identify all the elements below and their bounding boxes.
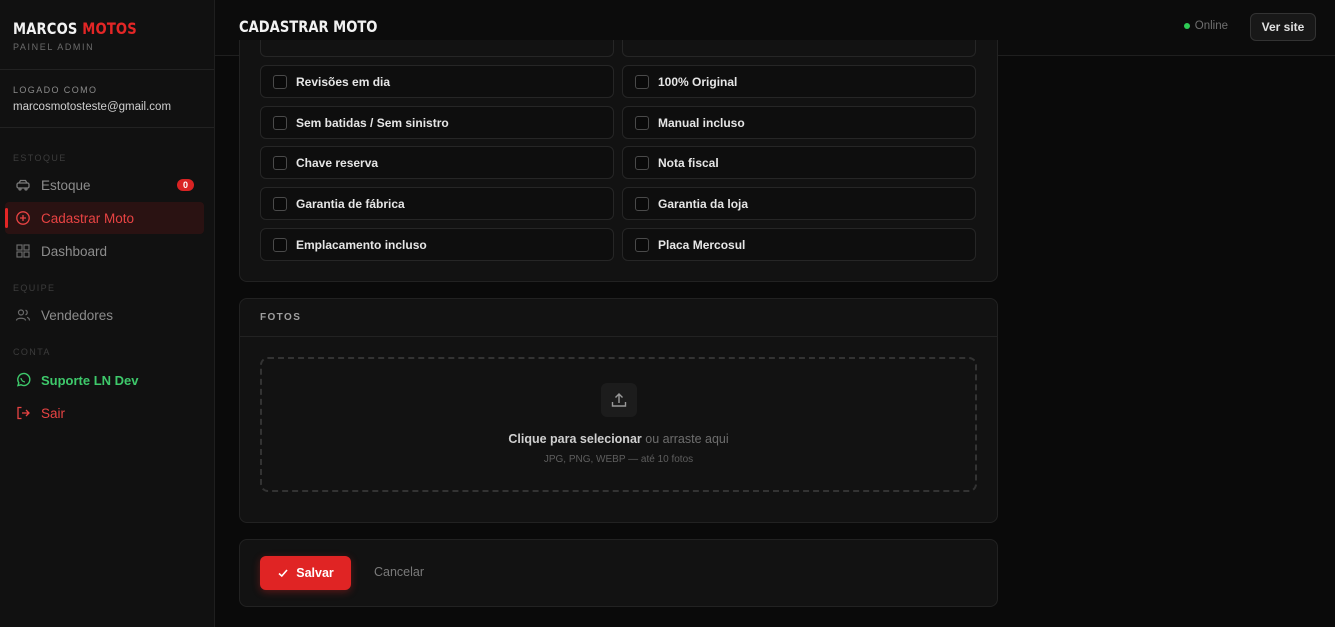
checkbox-box[interactable] xyxy=(273,115,287,130)
sidebar-item-label: Dashboard xyxy=(41,243,108,259)
sidebar-item-label: Suporte LN Dev xyxy=(41,372,139,388)
checkbox-manual[interactable]: Manual incluso xyxy=(622,106,976,139)
logged-email: marcosmotosteste@gmail.com xyxy=(13,101,172,113)
whatsapp-icon xyxy=(15,372,31,388)
logged-user: LOGADO COMO marcosmotosteste@gmail.com xyxy=(0,70,214,128)
page-title: CADASTRAR MOTO xyxy=(239,17,378,36)
fotos-card-title: FOTOS xyxy=(240,299,997,337)
grid-icon xyxy=(15,243,31,259)
checkbox-sem-batidas[interactable]: Sem batidas / Sem sinistro xyxy=(260,106,614,139)
checkbox-emplacamento[interactable]: Emplacamento incluso xyxy=(260,228,614,261)
checkbox-chave-reserva[interactable]: Chave reserva xyxy=(260,146,614,179)
checkbox-placa-mercosul[interactable]: Placa Mercosul xyxy=(622,228,976,261)
checklist-partial-row xyxy=(260,40,614,57)
sidebar-item-vendedores[interactable]: Vendedores xyxy=(5,299,204,331)
sidebar: MARCOS MOTOS PAINEL ADMIN LOGADO COMO ma… xyxy=(0,0,215,627)
logout-icon xyxy=(15,405,31,421)
dropzone-hint: JPG, PNG, WEBP — até 10 fotos xyxy=(543,454,694,465)
brand: MARCOS MOTOS PAINEL ADMIN xyxy=(0,0,214,70)
check-icon xyxy=(277,567,289,579)
save-button[interactable]: Salvar xyxy=(260,556,351,590)
sidebar-item-cadastrar-moto[interactable]: Cadastrar Moto xyxy=(5,202,204,234)
brand-subtitle: PAINEL ADMIN xyxy=(13,42,95,52)
dropzone-select-link[interactable]: Clique para selecionar xyxy=(508,432,641,446)
estoque-count-badge: 0 xyxy=(176,179,194,191)
checkbox-box[interactable] xyxy=(273,196,287,211)
sidebar-item-sair[interactable]: Sair xyxy=(5,397,204,429)
checkbox-box[interactable] xyxy=(273,237,287,252)
checkbox-box[interactable] xyxy=(273,155,287,170)
plus-circle-icon xyxy=(15,210,31,226)
brand-logo[interactable]: MARCOS MOTOS xyxy=(13,19,167,38)
users-icon xyxy=(15,307,31,323)
checkbox-nota-fiscal[interactable]: Nota fiscal xyxy=(622,146,976,179)
sidebar-item-label: Vendedores xyxy=(41,307,114,323)
photo-dropzone[interactable]: Clique para selecionar ou arraste aqui J… xyxy=(260,357,977,492)
checkbox-box[interactable] xyxy=(635,115,649,130)
fotos-card: FOTOS Clique para selecionar ou arraste … xyxy=(239,298,998,523)
checkbox-box[interactable] xyxy=(273,74,287,89)
section-conta: CONTA xyxy=(13,347,51,357)
sidebar-item-label: Cadastrar Moto xyxy=(41,210,135,226)
dropzone-instruction: Clique para selecionar ou arraste aqui xyxy=(508,432,729,446)
checkbox-box[interactable] xyxy=(635,155,649,170)
sidebar-item-label: Sair xyxy=(41,405,66,421)
checklist-partial-row xyxy=(622,40,976,57)
checklist-card: Revisões em dia 100% Original Sem batida… xyxy=(239,40,998,282)
actions-card: Salvar Cancelar xyxy=(239,539,998,607)
upload-icon xyxy=(601,383,637,417)
checkbox-box[interactable] xyxy=(635,196,649,211)
checkbox-box[interactable] xyxy=(635,74,649,89)
checkbox-original[interactable]: 100% Original xyxy=(622,65,976,98)
cancel-button[interactable]: Cancelar xyxy=(374,565,424,579)
sidebar-item-label: Estoque xyxy=(41,177,91,193)
checkbox-revisoes[interactable]: Revisões em dia xyxy=(260,65,614,98)
section-estoque: ESTOQUE xyxy=(13,153,67,163)
online-status: Online xyxy=(1183,20,1228,32)
sidebar-item-dashboard[interactable]: Dashboard xyxy=(5,235,204,267)
checkbox-garantia-fabrica[interactable]: Garantia de fábrica xyxy=(260,187,614,220)
sidebar-item-suporte[interactable]: Suporte LN Dev xyxy=(5,364,204,396)
checkbox-garantia-loja[interactable]: Garantia da loja xyxy=(622,187,976,220)
ver-site-button[interactable]: Ver site xyxy=(1250,13,1316,41)
online-dot-icon xyxy=(1183,23,1190,29)
sidebar-item-estoque[interactable]: Estoque 0 xyxy=(5,169,204,201)
car-icon xyxy=(15,177,31,193)
checkbox-box[interactable] xyxy=(635,237,649,252)
logged-label: LOGADO COMO xyxy=(13,85,98,95)
section-equipe: EQUIPE xyxy=(13,283,56,293)
